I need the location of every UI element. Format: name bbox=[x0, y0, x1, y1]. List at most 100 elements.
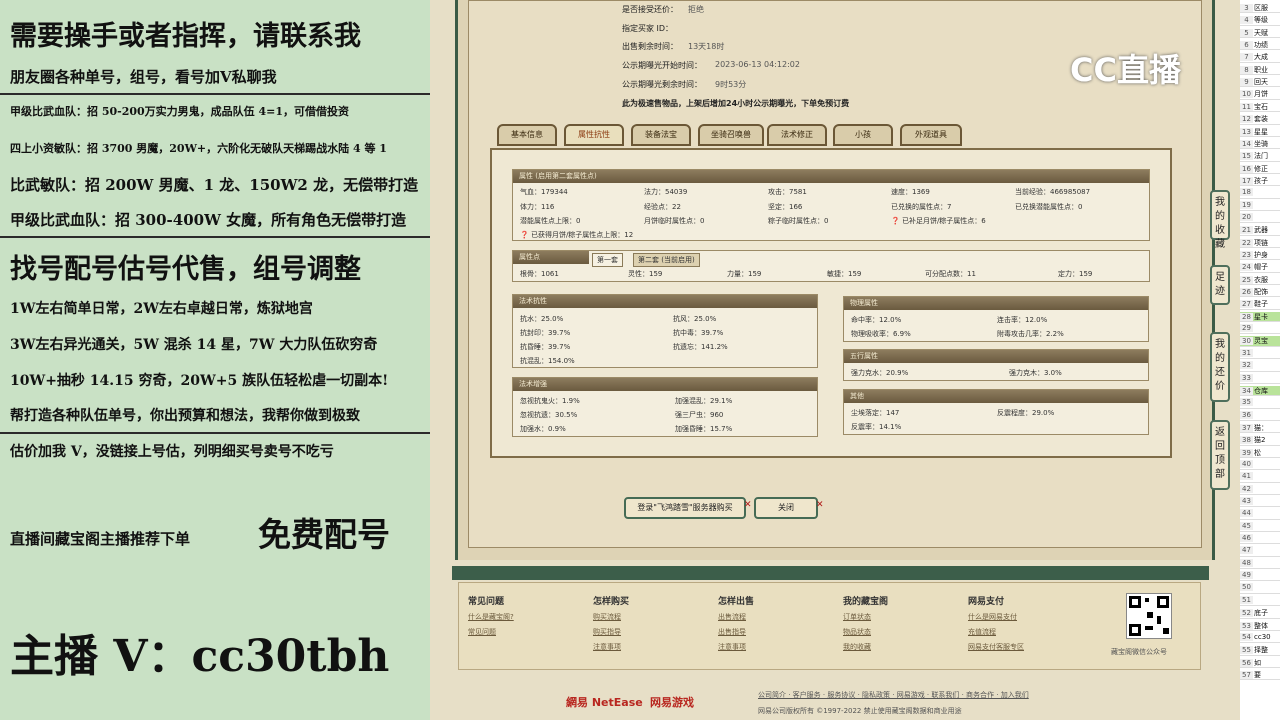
cell-text[interactable] bbox=[1253, 349, 1254, 357]
cell-text[interactable] bbox=[1253, 571, 1254, 579]
footprint-button[interactable]: 足迹 bbox=[1210, 265, 1230, 305]
sheet-row: 13 星星 bbox=[1240, 127, 1280, 137]
cell-text[interactable] bbox=[1253, 411, 1254, 419]
footer-link[interactable]: 什么是网易支付 bbox=[968, 612, 1024, 622]
footer-link[interactable]: 出售流程 bbox=[718, 612, 754, 622]
sheet-row: 43 bbox=[1240, 497, 1280, 508]
info-row: 是否接受还价： 拒绝 bbox=[622, 5, 704, 14]
attr-cell: 气血：179344 bbox=[520, 188, 568, 196]
footer-link[interactable]: 注意事项 bbox=[593, 642, 629, 652]
cell-text[interactable] bbox=[1253, 509, 1254, 517]
cell-text[interactable]: 月饼 bbox=[1253, 90, 1268, 98]
close-button[interactable]: 关闭 bbox=[754, 497, 818, 519]
row-number: 8 bbox=[1240, 65, 1253, 74]
tab-appearance[interactable]: 外观道具 bbox=[900, 124, 962, 146]
row-number: 53 bbox=[1240, 621, 1253, 630]
cell-text[interactable] bbox=[1253, 472, 1254, 480]
tab-children[interactable]: 小孩 bbox=[833, 124, 893, 146]
cell-text[interactable]: 修正 bbox=[1253, 165, 1268, 173]
cell-text[interactable]: 如 bbox=[1253, 659, 1261, 667]
footer-link[interactable]: 订单状态 bbox=[843, 612, 888, 622]
cell-text[interactable] bbox=[1253, 188, 1254, 196]
footer-column: 常见问题 什么是藏宝阁? 常见问题 bbox=[468, 597, 514, 637]
cell-text[interactable]: 配饰 bbox=[1253, 288, 1268, 296]
tab-attributes[interactable]: 属性抗性 bbox=[564, 124, 624, 146]
back-to-top-button[interactable]: 返回顶部 bbox=[1210, 420, 1230, 490]
sheet-row: 48 bbox=[1240, 558, 1280, 570]
cell-text[interactable]: 回天 bbox=[1253, 78, 1268, 86]
tab-mounts-pets[interactable]: 坐骑召唤兽 bbox=[698, 124, 764, 146]
cell-text[interactable] bbox=[1253, 201, 1254, 209]
cell-text[interactable] bbox=[1253, 361, 1254, 369]
cell-text[interactable]: 护身 bbox=[1253, 251, 1268, 259]
cell-text[interactable] bbox=[1253, 596, 1254, 604]
cell-text[interactable]: 底子 bbox=[1253, 609, 1268, 617]
points-set-2-tab[interactable]: 第二套 (当前启用) bbox=[633, 253, 700, 267]
copyright: 网易公司版权所有 ©1997-2022 禁止使用藏宝阁数据和商业用途 bbox=[758, 707, 962, 715]
cell-text[interactable]: 职业 bbox=[1253, 66, 1268, 74]
cell-text[interactable]: 功绩 bbox=[1253, 41, 1268, 49]
cell-text[interactable] bbox=[1253, 583, 1254, 591]
cell-text[interactable] bbox=[1253, 534, 1254, 542]
cell-text[interactable] bbox=[1253, 485, 1254, 493]
cell-text[interactable]: cc30 bbox=[1253, 633, 1271, 641]
cell-text[interactable]: 择整 bbox=[1253, 646, 1268, 654]
cell-text[interactable] bbox=[1253, 374, 1254, 382]
my-favorites-button[interactable]: 我的收藏 bbox=[1210, 190, 1230, 250]
footer-link[interactable]: 常见问题 bbox=[468, 627, 514, 637]
my-counteroffers-button[interactable]: 我的还价 bbox=[1210, 332, 1230, 402]
cell-text[interactable]: 孩子 bbox=[1253, 177, 1268, 185]
row-number: 12 bbox=[1240, 115, 1253, 124]
tab-basic-info[interactable]: 基本信息 bbox=[497, 124, 557, 146]
footer-link[interactable]: 充值流程 bbox=[968, 627, 1024, 637]
cell-text[interactable] bbox=[1253, 398, 1254, 406]
phys-cell: 命中率：12.0% bbox=[851, 316, 902, 324]
cell-text[interactable] bbox=[1253, 213, 1254, 221]
cell-text[interactable]: 猫2 bbox=[1253, 436, 1265, 444]
other-cell: 反震程度：29.0% bbox=[997, 409, 1055, 417]
row-number: 11 bbox=[1240, 102, 1253, 111]
attr-cell: 速度：1369 bbox=[891, 188, 930, 196]
tab-spell-correction[interactable]: 法术修正 bbox=[767, 124, 827, 146]
cell-text[interactable]: 灵宝 bbox=[1253, 337, 1268, 345]
footer-link[interactable]: 网易支付客服专区 bbox=[968, 642, 1024, 652]
cell-text[interactable] bbox=[1253, 522, 1254, 530]
points-set-1-tab[interactable]: 第一套 bbox=[592, 253, 623, 267]
cell-text[interactable]: 松 bbox=[1253, 449, 1261, 457]
cell-text[interactable]: 衣服 bbox=[1253, 276, 1268, 284]
cell-text[interactable]: 要 bbox=[1253, 671, 1261, 679]
cell-text[interactable]: 整体 bbox=[1253, 622, 1268, 630]
cell-text[interactable]: 猫： bbox=[1253, 424, 1268, 432]
cell-text[interactable]: 法门 bbox=[1253, 152, 1268, 160]
tab-equipment[interactable]: 装备法宝 bbox=[631, 124, 691, 146]
cell-text[interactable] bbox=[1253, 324, 1254, 332]
footer-link[interactable]: 注意事项 bbox=[718, 642, 754, 652]
cell-text[interactable] bbox=[1253, 546, 1254, 554]
cell-text[interactable]: 区服 bbox=[1253, 4, 1268, 12]
cell-text[interactable]: 宝石 bbox=[1253, 103, 1268, 111]
cell-text[interactable]: 天赋 bbox=[1253, 29, 1268, 37]
cell-text[interactable]: 武器 bbox=[1253, 226, 1268, 234]
cell-text[interactable]: 套装 bbox=[1253, 115, 1268, 123]
footer-link[interactable]: 物品状态 bbox=[843, 627, 888, 637]
footer-link[interactable]: 出售指导 bbox=[718, 627, 754, 637]
cell-text[interactable] bbox=[1253, 460, 1254, 468]
cell-text[interactable]: 坐骑 bbox=[1253, 140, 1268, 148]
footer-links-line[interactable]: 公司简介 · 客户服务 · 服务协议 · 隐私政策 · 网易游戏 · 联系我们 … bbox=[758, 690, 1029, 700]
cell-text[interactable]: 项链 bbox=[1253, 239, 1268, 247]
cell-text[interactable]: 大成 bbox=[1253, 53, 1268, 61]
cell-text[interactable]: 鞋子 bbox=[1253, 300, 1268, 308]
cell-text[interactable]: 等级 bbox=[1253, 16, 1268, 24]
cell-text[interactable]: 仓库 bbox=[1253, 387, 1268, 395]
cell-text[interactable] bbox=[1253, 559, 1254, 567]
footer-link[interactable]: 购买流程 bbox=[593, 612, 629, 622]
footer-link[interactable]: 什么是藏宝阁? bbox=[468, 612, 514, 622]
login-server-buy-button[interactable]: 登录"飞鸿踏雪"服务器购买 bbox=[624, 497, 746, 519]
cell-text[interactable]: 星卡 bbox=[1253, 313, 1268, 321]
cell-text[interactable] bbox=[1253, 497, 1254, 505]
cell-text[interactable]: 帽子 bbox=[1253, 263, 1268, 271]
netease-logo: 網易 NetEase bbox=[566, 696, 643, 709]
footer-link[interactable]: 我的收藏 bbox=[843, 642, 888, 652]
cell-text[interactable]: 星星 bbox=[1253, 128, 1268, 136]
footer-link[interactable]: 购买指导 bbox=[593, 627, 629, 637]
